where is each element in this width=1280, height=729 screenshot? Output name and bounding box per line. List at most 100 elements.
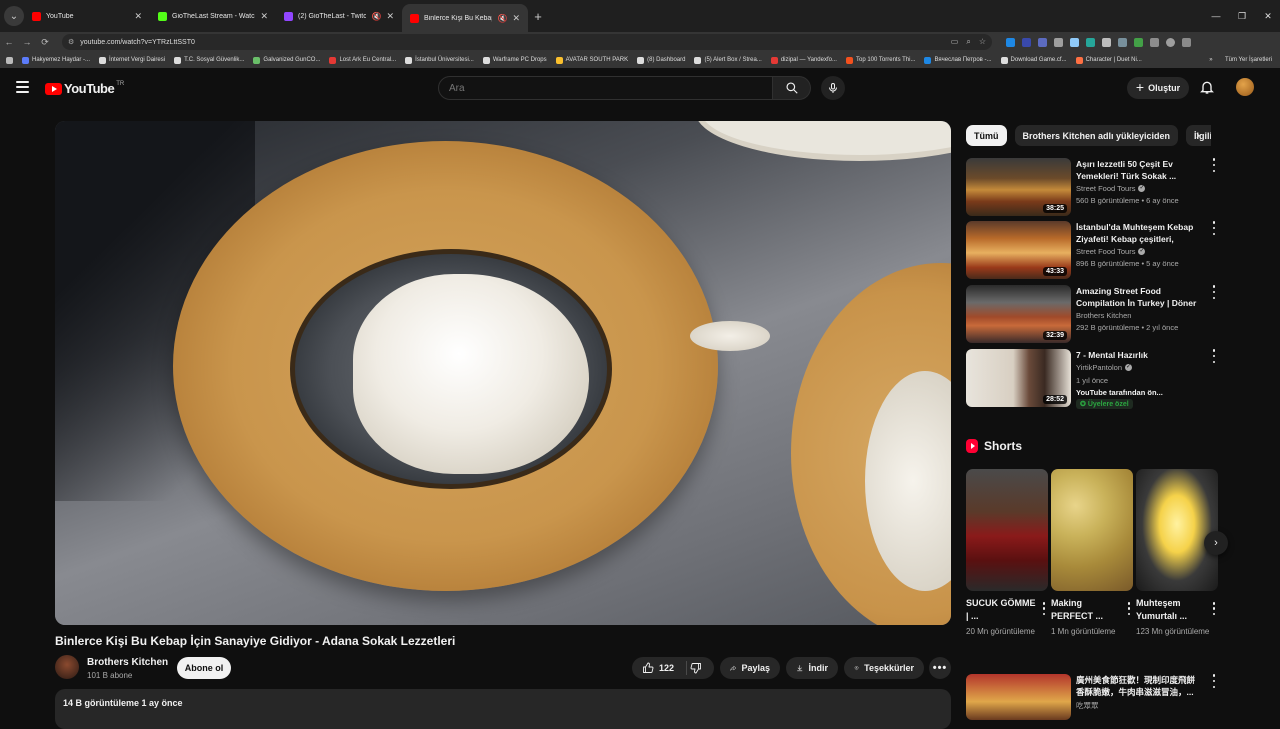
bookmark-item[interactable]: Hakyemez Haydar -... (22, 56, 90, 64)
forward-icon[interactable]: → (18, 37, 36, 47)
bookmark-item[interactable]: dizipal — Yandexfo... (770, 56, 837, 64)
more-vert-icon[interactable] (1210, 602, 1218, 615)
extension-icon[interactable] (1038, 37, 1047, 47)
profile-icon[interactable] (1166, 37, 1175, 47)
extension-icon[interactable] (1070, 37, 1079, 47)
extension-icon[interactable] (1134, 37, 1143, 47)
channel-name[interactable]: Street Food Tours ✓ (1076, 184, 1146, 193)
back-icon[interactable]: ← (0, 37, 18, 47)
zoom-icon[interactable]: ⌕ (966, 37, 970, 47)
mute-icon[interactable]: 🔇 (371, 12, 381, 21)
short-item[interactable]: Making PERFECT ... 1 Mn görüntüleme (1051, 469, 1133, 638)
bookmark-item[interactable]: Warframe PC Drops (482, 56, 547, 64)
search-button[interactable] (773, 76, 811, 100)
close-tab-icon[interactable]: ✕ (260, 11, 268, 22)
url-field[interactable]: ⚙ youtube.com/watch?v=YTRzLttSST0 ▭ ⌕ ☆ (62, 34, 992, 50)
more-vert-icon[interactable] (1210, 158, 1218, 172)
download-button[interactable]: İndir (786, 657, 838, 679)
video-title[interactable]: Aşırı lezzetli 50 Çeşit Ev Yemekleri! Tü… (1076, 158, 1204, 182)
browser-tab[interactable]: GioTheLast Stream - Watch Live ✕ (150, 0, 276, 32)
menu-hamburger-icon[interactable] (16, 81, 29, 93)
account-avatar[interactable] (1236, 78, 1254, 96)
bookmark-item[interactable]: Download Game.cf... (1000, 56, 1067, 64)
share-button[interactable]: Paylaş (720, 657, 780, 679)
video-title[interactable]: 廣州美食節狂歡！現制印度飛餅 香酥脆嫩，牛肉串滋滋冒油，... (1076, 674, 1204, 698)
more-bookmarks-icon[interactable]: » (1209, 57, 1212, 63)
short-title[interactable]: SUCUK GÖMME | ... (966, 597, 1036, 623)
channel-name[interactable]: Brothers Kitchen (87, 657, 168, 668)
video-title[interactable]: Amazing Street Food Compilation İn Turke… (1076, 285, 1204, 309)
more-vert-icon[interactable] (1125, 602, 1133, 615)
extension-icon[interactable] (1006, 37, 1015, 47)
chip-from-uploader[interactable]: Brothers Kitchen adlı yükleyiciden (1014, 125, 1179, 146)
video-player[interactable] (55, 121, 951, 625)
recommended-video[interactable]: 28:52 7 - Mental Hazırlık YirtikPantolon… (966, 349, 1218, 419)
close-tab-icon[interactable]: ✕ (512, 13, 520, 24)
short-title[interactable]: Muhteşem Yumurtalı ... (1136, 597, 1206, 623)
new-tab-icon[interactable]: + (528, 9, 548, 24)
bookmark-item[interactable]: (8) Dashboard (637, 56, 685, 64)
close-tab-icon[interactable]: ✕ (134, 11, 142, 22)
short-thumbnail[interactable] (1051, 469, 1133, 591)
bookmark-item[interactable]: AVATAR SOUTH PARK (555, 56, 628, 64)
create-button[interactable]: + Oluştur (1127, 77, 1189, 99)
video-thumbnail[interactable] (966, 674, 1071, 720)
video-thumbnail[interactable]: 43:33 (966, 221, 1071, 279)
bookmark-item[interactable]: Top 100 Torrents Thi... (845, 56, 915, 64)
reload-icon[interactable]: ⟳ (36, 37, 54, 48)
chip-all[interactable]: Tümü (966, 125, 1007, 146)
channel-avatar[interactable] (55, 655, 79, 679)
browser-tab-active[interactable]: Binlerce Kişi Bu Kebap İçin 🔇 ✕ (402, 4, 528, 32)
extension-icon[interactable] (1102, 37, 1111, 47)
browser-tab[interactable]: (2) GioTheLast - Twitch 🔇 ✕ (276, 0, 402, 32)
more-vert-icon[interactable] (1210, 674, 1218, 688)
video-thumbnail[interactable]: 32:39 (966, 285, 1071, 343)
mute-icon[interactable]: 🔇 (497, 14, 507, 23)
cast-icon[interactable]: ▭ (951, 37, 959, 47)
video-title[interactable]: İstanbul'da Muhteşem Kebap Ziyafeti! Keb… (1076, 221, 1204, 245)
close-window-icon[interactable]: ✕ (1256, 11, 1280, 22)
tab-search-icon[interactable]: ⌄ (4, 6, 24, 26)
browser-tab[interactable]: YouTube ✕ (24, 0, 150, 32)
bookmark-item[interactable]: (5) Alert Box / Strea... (694, 56, 762, 64)
thanks-button[interactable]: $ Teşekkürler (844, 657, 924, 679)
shorts-next-chevron-icon[interactable]: › (1204, 531, 1228, 555)
subscribe-button[interactable]: Abone ol (177, 657, 231, 679)
short-item[interactable]: SUCUK GÖMME | ... 20 Mn görüntüleme (966, 469, 1048, 638)
more-actions-button[interactable]: ••• (929, 657, 951, 679)
youtube-logo[interactable]: YouTube TR (45, 81, 124, 96)
recommended-video[interactable]: 43:33 İstanbul'da Muhteşem Kebap Ziyafet… (966, 221, 1218, 279)
channel-name[interactable]: 吃眾眾 (1076, 700, 1099, 711)
bookmark-item[interactable]: İnternet Vergi Dairesi (99, 56, 165, 64)
search-input[interactable] (438, 76, 773, 100)
extension-icon[interactable] (1118, 37, 1127, 47)
extension-icon[interactable] (1054, 37, 1063, 47)
bookmark-item[interactable]: Character | Duet Ni... (1075, 56, 1142, 64)
bookmark-star-icon[interactable]: ☆ (979, 37, 986, 47)
short-title[interactable]: Making PERFECT ... (1051, 597, 1121, 623)
recommended-video[interactable]: 32:39 Amazing Street Food Compilation İn… (966, 285, 1218, 343)
bookmark-item[interactable]: İstanbul Üniversitesi... (405, 56, 474, 64)
channel-name[interactable]: YirtikPantolon ✓ (1076, 363, 1132, 372)
bookmark-item[interactable]: Galvanized GunCO... (253, 56, 320, 64)
more-vert-icon[interactable] (1210, 285, 1218, 299)
video-title[interactable]: 7 - Mental Hazırlık (1076, 349, 1204, 361)
thumbs-down-icon[interactable] (690, 662, 702, 674)
more-vert-icon[interactable] (1210, 221, 1218, 235)
bookmark-item[interactable]: T.C. Sosyal Güvenlik... (174, 56, 244, 64)
short-item[interactable]: Muhteşem Yumurtalı ... 123 Mn görüntülem… (1136, 469, 1218, 638)
extensions-puzzle-icon[interactable] (1150, 37, 1159, 47)
extension-icon[interactable] (1086, 37, 1095, 47)
more-vert-icon[interactable] (1040, 602, 1048, 615)
notifications-bell-icon[interactable] (1199, 79, 1215, 95)
short-thumbnail[interactable] (966, 469, 1048, 591)
apps-grid-icon[interactable] (6, 56, 13, 64)
channel-name[interactable]: Brothers Kitchen (1076, 311, 1131, 320)
channel-name[interactable]: Street Food Tours ✓ (1076, 247, 1146, 256)
voice-search-button[interactable] (821, 76, 845, 100)
maximize-icon[interactable]: ❐ (1230, 11, 1254, 22)
menu-kebab-icon[interactable] (1182, 37, 1191, 47)
recommended-video[interactable]: 廣州美食節狂歡！現制印度飛餅 香酥脆嫩，牛肉串滋滋冒油，... 吃眾眾 (966, 674, 1218, 720)
recommended-video[interactable]: 38:25 Aşırı lezzetli 50 Çeşit Ev Yemekle… (966, 158, 1218, 216)
minimize-icon[interactable]: — (1204, 11, 1228, 21)
